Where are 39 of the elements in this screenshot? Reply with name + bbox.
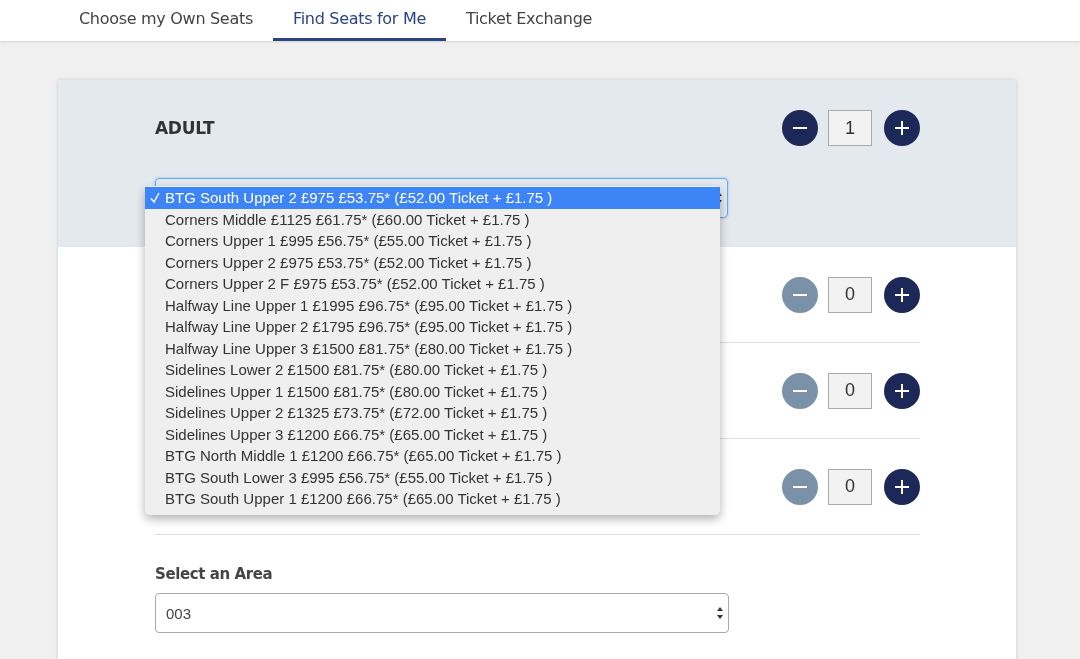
quantity-field[interactable]: 1 — [828, 110, 872, 146]
plus-button[interactable] — [884, 276, 920, 313]
quantity-field[interactable]: 0 — [828, 468, 872, 505]
dropdown-option[interactable]: BTG South Lower 3 £995 £56.75* (£55.00 Ticket + £1.75 ) — [145, 466, 720, 488]
dropdown-option[interactable]: BTG South Upper 1 £1200 £66.75* (£65.00 Ticket + £1.75 ) — [145, 488, 720, 510]
tab[interactable]: Ticket Exchange — [445, 0, 613, 41]
dropdown-option[interactable]: BTG North Middle 1 £1200 £66.75* (£65.00 Ticket + £1.75 ) — [145, 445, 720, 467]
minus-icon — [792, 485, 808, 488]
plus-button[interactable] — [884, 372, 920, 409]
plus-icon — [894, 478, 910, 495]
plus-button[interactable] — [884, 110, 920, 146]
dropdown-option[interactable]: Sidelines Lower 2 £1500 £81.75* (£80.00 Ticket + £1.75 ) — [145, 359, 720, 381]
quantity-field[interactable]: 0 — [828, 372, 872, 409]
dropdown-option[interactable]: Sidelines Upper 2 £1325 £73.75* (£72.00 Ticket + £1.75 ) — [145, 402, 720, 424]
ticket-type-label: ADULT — [155, 118, 215, 138]
field-label: Select an Area — [155, 565, 274, 583]
dropdown-option[interactable]: Halfway Line Upper 3 £1500 £81.75* (£80.00 Ticket + £1.75 ) — [145, 337, 720, 359]
dropdown-option[interactable]: Sidelines Upper 3 £1200 £66.75* (£65.00 Ticket + £1.75 ) — [145, 423, 720, 445]
tab[interactable]: Choose my Own Seats — [59, 0, 273, 41]
plus-icon — [894, 382, 910, 399]
dropdown-option[interactable]: Corners Middle £1125 £61.75* (£60.00 Ticket + £1.75 ) — [145, 208, 720, 230]
dropdown-option[interactable]: Halfway Line Upper 2 £1795 £96.75* (£95.00 Ticket + £1.75 ) — [145, 316, 720, 338]
chevron-icon — [716, 606, 724, 620]
plus-icon — [894, 120, 910, 136]
minus-icon — [792, 293, 808, 296]
area-select[interactable]: 003 — [155, 593, 729, 633]
plus-icon — [894, 286, 910, 303]
minus-icon — [792, 127, 808, 129]
dropdown-option[interactable]: Corners Upper 1 £995 £56.75* (£55.00 Ticket + £1.75 ) — [145, 230, 720, 252]
quantity-field[interactable]: 0 — [828, 276, 872, 313]
minus-icon — [792, 389, 808, 392]
tab[interactable]: Find Seats for Me — [272, 0, 446, 41]
dropdown-option[interactable]: Halfway Line Upper 1 £1995 £96.75* (£95.00 Ticket + £1.75 ) — [145, 294, 720, 316]
dropdown-option[interactable]: Corners Upper 2 £975 £53.75* (£52.00 Ticket + £1.75 ) — [145, 251, 720, 273]
minus-button[interactable] — [782, 110, 818, 146]
plus-button[interactable] — [884, 468, 920, 505]
dropdown-option[interactable]: BTG South Upper 2 £975 £53.75* (£52.00 Ticket + £1.75 ) — [145, 187, 720, 209]
dropdown-option[interactable]: Corners Upper 2 F £975 £53.75* (£52.00 Ticket + £1.75 ) — [145, 273, 720, 295]
dropdown-option[interactable]: Sidelines Upper 1 £1500 £81.75* (£80.00 Ticket + £1.75 ) — [145, 380, 720, 402]
